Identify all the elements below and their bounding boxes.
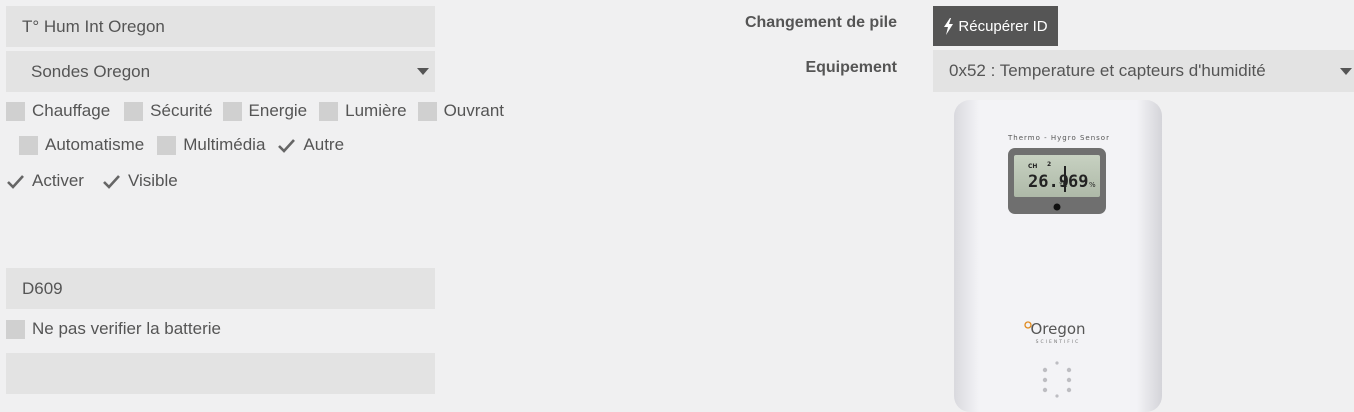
equipment-label: Equipement	[805, 59, 897, 76]
checkbox-label: Sécurité	[150, 101, 213, 120]
device-lcd-temp-unit: °C	[1059, 181, 1068, 189]
device-lcd-channel: CH	[1028, 163, 1037, 170]
logical-id-value: D609	[22, 278, 63, 298]
checkbox-box[interactable]	[417, 101, 437, 121]
device-button	[1053, 203, 1061, 211]
chevron-down-icon	[417, 68, 429, 75]
checkbox-energie[interactable]: Energie	[222, 101, 308, 121]
equipment-select[interactable]: 0x52 : Temperature et capteurs d'humidit…	[933, 50, 1354, 92]
recover-id-button[interactable]: Récupérer ID	[933, 6, 1058, 46]
checkbox-box[interactable]	[124, 101, 144, 121]
checkbox-label: Lumière	[345, 101, 407, 120]
device-image: Thermo - Hygro Sensor CH 2 26.9 °C 69 % …	[954, 100, 1162, 412]
recover-id-button-label: Récupérer ID	[958, 17, 1048, 35]
battery-change-label: Changement de pile	[744, 14, 897, 31]
checkbox-visible[interactable]: Visible	[102, 171, 178, 191]
checkbox-label: Visible	[127, 171, 178, 190]
device-header-text: Thermo - Hygro Sensor	[1007, 134, 1110, 142]
checkbox-box[interactable]	[319, 101, 339, 121]
checkbox-label: Multimédia	[183, 135, 266, 154]
checkbox-multimedia[interactable]: Multimédia	[157, 135, 265, 155]
category-select-value: Sondes Oregon	[31, 61, 151, 81]
checkbox-label: Ne pas verifier la batterie	[32, 319, 221, 338]
name-input-value: T° Hum Int Oregon	[22, 16, 165, 36]
checkbox-box[interactable]	[19, 135, 38, 155]
checkbox-box[interactable]	[6, 319, 25, 339]
checkbox-box[interactable]	[222, 101, 242, 121]
checkbox-label: Chauffage	[32, 101, 111, 120]
checkbox-no-battery-check[interactable]: Ne pas verifier la batterie	[6, 319, 221, 339]
equipment-select-value: 0x52 : Temperature et capteurs d'humidit…	[949, 61, 1266, 80]
checkbox-label: Automatisme	[45, 135, 145, 154]
checkbox-activer[interactable]: Activer	[6, 171, 84, 191]
checkbox-ouvrant[interactable]: Ouvrant	[417, 101, 505, 121]
checkbox-label: Autre	[303, 135, 345, 154]
device-lcd-humidity: 69	[1068, 172, 1088, 192]
checkbox-label: Activer	[32, 171, 84, 190]
checkmark-icon	[103, 174, 120, 189]
checkbox-box-checked[interactable]	[277, 136, 296, 155]
device-lcd-hum-unit: %	[1089, 181, 1096, 189]
chevron-down-icon	[1340, 67, 1352, 75]
checkbox-securite[interactable]: Sécurité	[124, 101, 213, 121]
checkmark-icon	[7, 174, 24, 189]
checkbox-autre[interactable]: Autre	[277, 135, 344, 155]
category-checkboxes-row-2: Automatisme Multimédia Autre	[19, 135, 352, 155]
checkbox-label: Ouvrant	[443, 101, 505, 120]
checkbox-lumiere[interactable]: Lumière	[319, 101, 407, 121]
device-lcd-channel-num: 2	[1047, 161, 1051, 168]
battery-check-row: Ne pas verifier la batterie	[6, 319, 229, 339]
device-body	[954, 100, 1162, 412]
extra-input[interactable]	[6, 353, 435, 394]
category-checkboxes-row-1: Chauffage Sécurité Energie Lumière Ouvra…	[6, 101, 512, 121]
logical-id-input[interactable]: D609	[6, 268, 435, 309]
bolt-icon	[944, 17, 954, 35]
checkbox-box[interactable]	[6, 101, 25, 121]
checkbox-automatisme[interactable]: Automatisme	[19, 135, 144, 155]
device-brand: Oregon	[1030, 320, 1085, 338]
checkbox-box-checked[interactable]	[6, 172, 25, 191]
category-select[interactable]: Sondes Oregon	[6, 51, 435, 92]
checkbox-label: Energie	[248, 101, 308, 120]
checkbox-box[interactable]	[157, 135, 177, 155]
name-input[interactable]: T° Hum Int Oregon	[6, 6, 435, 47]
state-checkboxes-row: Activer Visible	[6, 171, 186, 191]
checkbox-box-checked[interactable]	[102, 172, 121, 191]
checkmark-icon	[278, 138, 296, 153]
checkbox-chauffage[interactable]: Chauffage	[6, 101, 110, 121]
device-brand-sub: SCIENTIFIC	[1036, 339, 1081, 345]
